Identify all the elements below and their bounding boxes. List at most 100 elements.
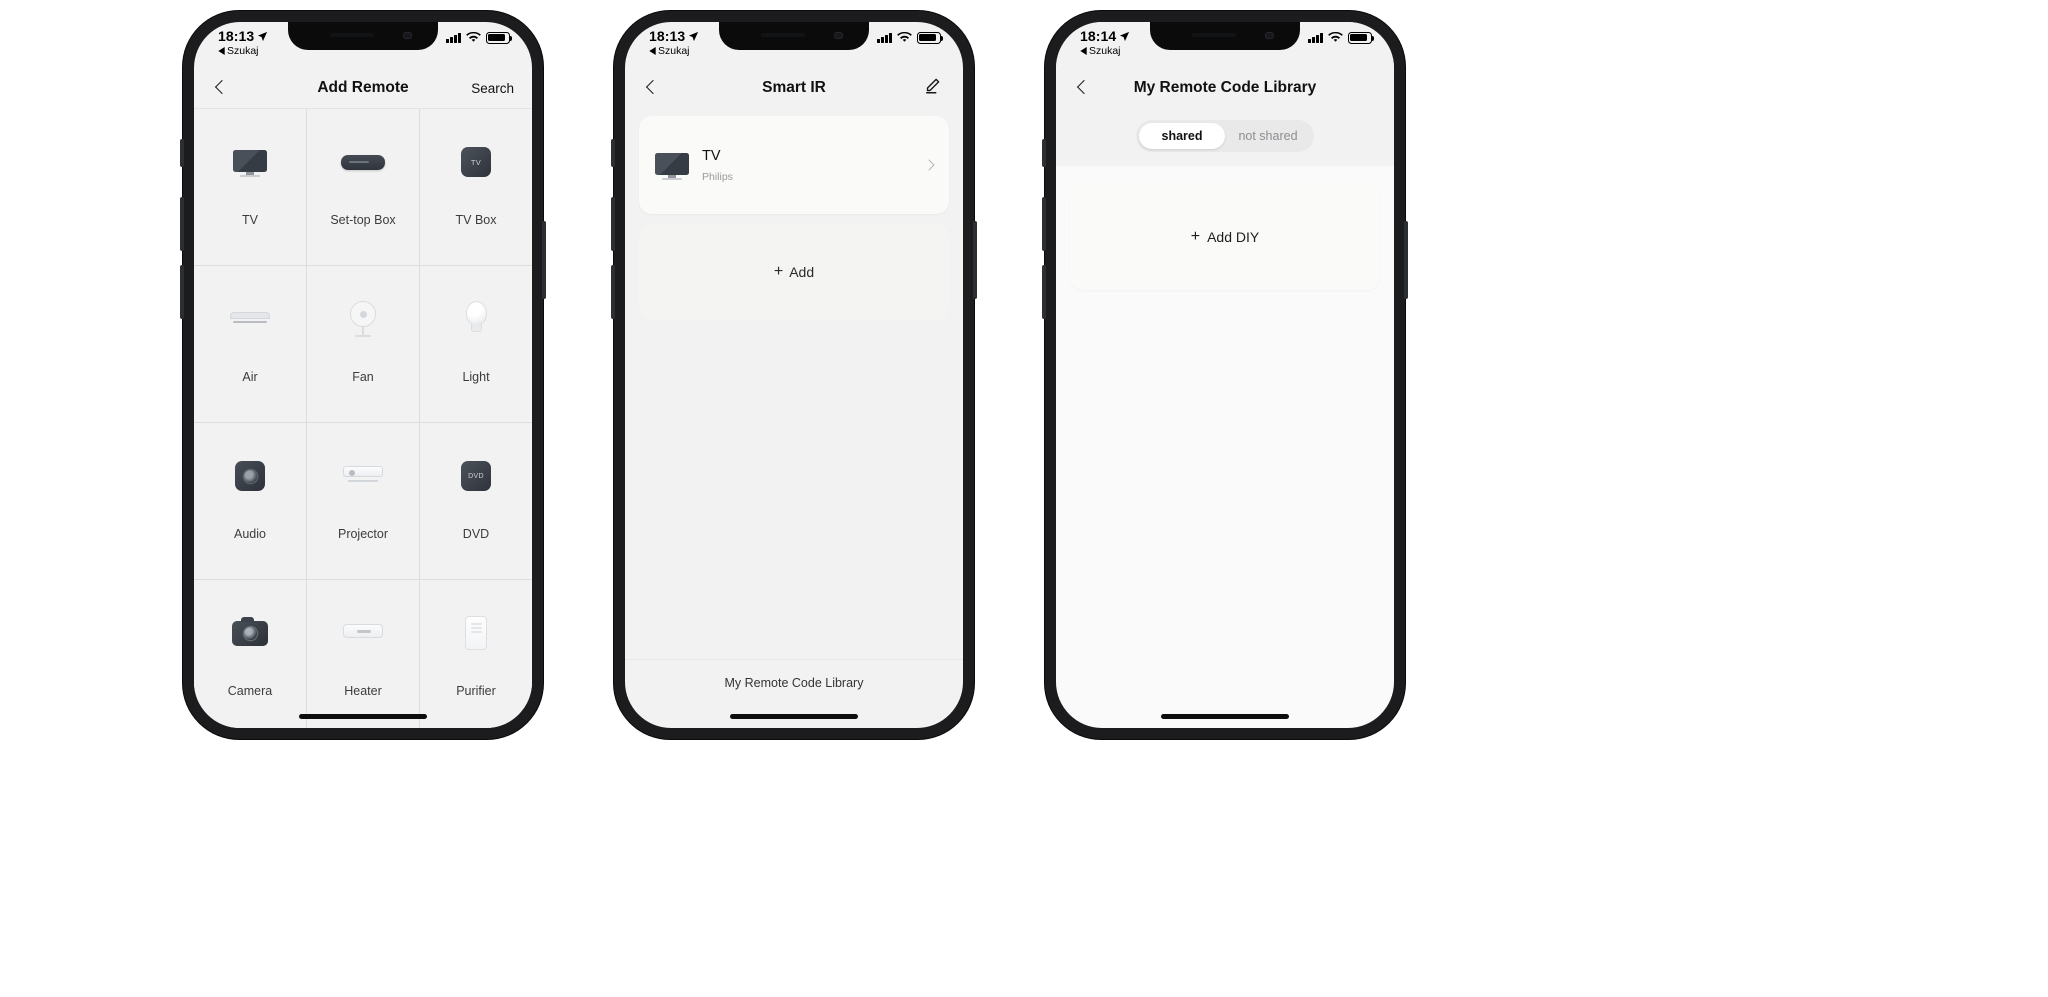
- power-button[interactable]: [973, 221, 977, 299]
- status-time: 18:13: [649, 28, 686, 44]
- status-bar: 18:13 Szukaj: [625, 22, 963, 68]
- status-left: 18:14 Szukaj: [1080, 29, 1130, 57]
- nav-bar-3: My Remote Code Library: [1056, 68, 1394, 108]
- grid-item-audio[interactable]: Audio: [194, 423, 306, 579]
- grid-item-set-top-box[interactable]: Set-top Box: [307, 109, 419, 265]
- grid-item-label: TV: [242, 213, 258, 227]
- status-back-app[interactable]: Szukaj: [1080, 46, 1130, 57]
- home-indicator[interactable]: [1161, 714, 1289, 719]
- grid-item-projector[interactable]: Projector: [307, 423, 419, 579]
- phone-3-header-area: 18:14 Szukaj My Remote Code Library shar…: [1056, 22, 1394, 166]
- cellular-signal-icon: [877, 32, 892, 43]
- shared-segmented-control: shared not shared: [1136, 120, 1314, 152]
- page-title: My Remote Code Library: [1133, 79, 1317, 96]
- grid-item-tv-box[interactable]: TV TV Box: [420, 109, 532, 265]
- back-button[interactable]: [1074, 77, 1096, 99]
- battery-icon: [917, 32, 944, 44]
- phone-3-screen: 18:14 Szukaj My Remote Code Library shar…: [1056, 22, 1394, 728]
- back-button[interactable]: [643, 77, 665, 99]
- grid-item-label: Purifier: [456, 684, 496, 698]
- status-time-wrap: 18:14: [1080, 29, 1130, 43]
- add-diy-label: Add DIY: [1207, 229, 1260, 245]
- back-button[interactable]: [212, 77, 234, 99]
- add-device-button[interactable]: + Add: [639, 224, 949, 320]
- device-list: TV Philips + Add: [625, 108, 963, 320]
- grid-item-label: Heater: [344, 684, 382, 698]
- segment-shared[interactable]: shared: [1139, 123, 1225, 149]
- light-bulb-icon: [463, 292, 489, 346]
- phone-2-smart-ir: 18:13 Szukaj Smart IR TV Philips + Add M…: [611, 11, 977, 739]
- grid-item-label: Camera: [227, 684, 273, 698]
- grid-item-fan[interactable]: Fan: [307, 266, 419, 422]
- status-back-label: Szukaj: [227, 45, 259, 57]
- grid-item-light[interactable]: Light: [420, 266, 532, 422]
- triangle-left-icon: [218, 47, 225, 56]
- battery-icon: [1348, 32, 1375, 44]
- status-left: 18:13 Szukaj: [649, 29, 699, 57]
- grid-item-dvd[interactable]: DVD DVD: [420, 423, 532, 579]
- grid-item-tv[interactable]: TV: [194, 109, 306, 265]
- power-button[interactable]: [1404, 221, 1408, 299]
- edit-button[interactable]: [923, 77, 945, 99]
- status-right: [446, 29, 513, 44]
- grid-item-label: Projector: [337, 527, 389, 541]
- triangle-left-icon: [1080, 47, 1087, 56]
- status-back-label: Szukaj: [658, 45, 690, 57]
- set-top-box-icon: [341, 135, 385, 189]
- grid-item-heater[interactable]: Heater: [307, 580, 419, 728]
- tv-box-icon: TV: [461, 135, 491, 189]
- tv-icon: [655, 153, 689, 180]
- edit-pencil-icon: [926, 78, 940, 94]
- status-left: 18:13 Szukaj: [218, 29, 268, 57]
- device-card-tv[interactable]: TV Philips: [639, 116, 949, 214]
- power-button[interactable]: [542, 221, 546, 299]
- add-device-label: Add: [789, 264, 815, 280]
- location-arrow-icon: [258, 31, 268, 41]
- status-back-app[interactable]: Szukaj: [218, 46, 268, 57]
- device-row[interactable]: TV Philips: [639, 116, 949, 214]
- status-time-wrap: 18:13: [218, 29, 268, 43]
- status-time: 18:13: [218, 28, 255, 44]
- phone-1-screen: 18:13 Szukaj Add Remote Search TV Set-to…: [194, 22, 532, 728]
- cellular-signal-icon: [1308, 32, 1323, 43]
- tv-icon: [233, 135, 267, 189]
- wifi-icon: [466, 32, 481, 42]
- screenshot-stage: 18:13 Szukaj Add Remote Search TV Set-to…: [0, 0, 2048, 997]
- home-indicator[interactable]: [730, 714, 858, 719]
- location-arrow-icon: [689, 31, 699, 41]
- grid-item-label: Set-top Box: [330, 213, 396, 227]
- camera-icon: [232, 606, 268, 660]
- plus-icon: +: [773, 263, 784, 280]
- status-time: 18:14: [1080, 28, 1117, 44]
- air-purifier-icon: [465, 606, 487, 660]
- dvd-player-icon: DVD: [461, 449, 491, 503]
- status-right: [1308, 29, 1375, 44]
- triangle-left-icon: [649, 47, 656, 56]
- location-arrow-icon: [1120, 31, 1130, 41]
- device-name: TV: [702, 147, 721, 164]
- device-texts: TV Philips: [702, 148, 912, 183]
- grid-item-camera[interactable]: Camera: [194, 580, 306, 728]
- status-back-app[interactable]: Szukaj: [649, 46, 699, 57]
- footer-divider: [625, 659, 963, 660]
- grid-item-air[interactable]: Air: [194, 266, 306, 422]
- phone-2-screen: 18:13 Szukaj Smart IR TV Philips + Add M…: [625, 22, 963, 728]
- phone-3-remote-code-library: 18:14 Szukaj My Remote Code Library shar…: [1042, 11, 1408, 739]
- plus-icon: +: [1190, 228, 1201, 245]
- grid-item-label: Fan: [352, 370, 374, 384]
- status-time-wrap: 18:13: [649, 29, 699, 43]
- segment-not-shared[interactable]: not shared: [1225, 123, 1311, 149]
- grid-item-label: DVD: [462, 527, 490, 541]
- segmented-control-wrap: shared not shared: [1056, 120, 1394, 152]
- nav-bar-1: Add Remote Search: [194, 68, 532, 108]
- grid-item-label: TV Box: [455, 213, 497, 227]
- battery-icon: [486, 32, 513, 44]
- wifi-icon: [897, 32, 912, 42]
- search-button[interactable]: Search: [471, 81, 514, 96]
- grid-item-purifier[interactable]: Purifier: [420, 580, 532, 728]
- projector-icon: [343, 449, 383, 503]
- home-indicator[interactable]: [299, 714, 427, 719]
- add-diy-button[interactable]: + Add DIY: [1070, 184, 1380, 290]
- my-remote-code-library-link[interactable]: My Remote Code Library: [625, 676, 963, 690]
- nav-bar-2: Smart IR: [625, 68, 963, 108]
